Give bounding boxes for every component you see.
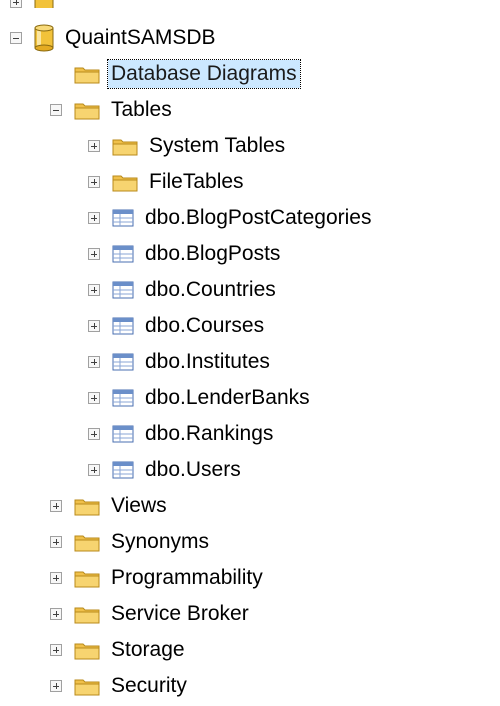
expand-toggle-icon[interactable]: [88, 356, 100, 368]
folder-icon: [112, 172, 138, 192]
tree-node-table-countries[interactable]: dbo.Countries: [88, 272, 279, 308]
tree-node-table-blogposts[interactable]: dbo.BlogPosts: [88, 236, 283, 272]
folder-icon: [74, 640, 100, 660]
tree-node-database-diagrams[interactable]: Database Diagrams: [50, 56, 301, 92]
tree-node-label: dbo.LenderBanks: [145, 386, 310, 409]
expand-toggle-icon[interactable]: [88, 392, 100, 404]
expand-toggle-icon[interactable]: [50, 644, 62, 656]
table-icon: [112, 281, 134, 299]
tree-node-label: dbo.BlogPostCategories: [145, 206, 372, 229]
table-icon: [112, 425, 134, 443]
tree-node-label: Programmability: [111, 566, 263, 589]
tree-node-table-institutes[interactable]: dbo.Institutes: [88, 344, 273, 380]
table-icon: [112, 245, 134, 263]
tree-node-table-courses[interactable]: dbo.Courses: [88, 308, 267, 344]
tree-node-table-blogpostcategories[interactable]: dbo.BlogPostCategories: [88, 200, 374, 236]
folder-icon: [74, 532, 100, 552]
table-icon: [112, 389, 134, 407]
tree-node-service-broker[interactable]: Service Broker: [50, 596, 252, 632]
expand-toggle-icon[interactable]: [88, 140, 100, 152]
folder-icon: [112, 136, 138, 156]
table-icon: [112, 317, 134, 335]
expand-toggle-icon[interactable]: [50, 500, 62, 512]
expand-toggle-icon[interactable]: [88, 248, 100, 260]
expand-toggle-icon[interactable]: [88, 212, 100, 224]
expand-toggle-icon[interactable]: [88, 428, 100, 440]
expand-toggle-icon[interactable]: [88, 284, 100, 296]
tree-node-label: dbo.Rankings: [145, 422, 274, 445]
table-icon: [112, 461, 134, 479]
tree-node-security[interactable]: Security: [50, 668, 190, 704]
folder-icon: [74, 496, 100, 516]
tree-node-label: Views: [111, 494, 167, 517]
table-icon: [112, 353, 134, 371]
collapse-toggle-icon[interactable]: [10, 32, 22, 44]
tree-node-label: dbo.BlogPosts: [145, 242, 281, 265]
tree-node-table-rankings[interactable]: dbo.Rankings: [88, 416, 276, 452]
expand-toggle-icon[interactable]: [50, 572, 62, 584]
folder-icon: [74, 100, 100, 120]
tree-node-label: Database Diagrams: [107, 59, 301, 89]
object-explorer-tree: QuaintSAMSDB Database Diagrams Tables Sy…: [0, 0, 500, 706]
tree-node-clipped[interactable]: [10, 0, 62, 8]
table-icon: [112, 209, 134, 227]
expand-toggle-icon[interactable]: [50, 536, 62, 548]
database-icon: [34, 0, 54, 8]
tree-node-label: Service Broker: [111, 602, 249, 625]
folder-icon: [74, 64, 100, 84]
folder-icon: [74, 604, 100, 624]
tree-node-label: dbo.Institutes: [145, 350, 270, 373]
tree-node-label: Storage: [111, 638, 185, 661]
tree-node-database[interactable]: QuaintSAMSDB: [10, 20, 219, 56]
tree-node-storage[interactable]: Storage: [50, 632, 188, 668]
tree-node-label: dbo.Users: [145, 458, 241, 481]
tree-node-tables[interactable]: Tables: [50, 92, 175, 128]
tree-node-label: Tables: [111, 98, 172, 121]
expand-toggle-icon[interactable]: [88, 320, 100, 332]
clipped-row-above: [0, 0, 500, 8]
expand-toggle-icon[interactable]: [10, 0, 22, 8]
tree-node-filetables[interactable]: FileTables: [88, 164, 247, 200]
collapse-toggle-icon[interactable]: [50, 104, 62, 116]
tree-node-label: QuaintSAMSDB: [65, 26, 216, 49]
tree-node-label: FileTables: [149, 170, 244, 193]
expand-toggle-icon[interactable]: [88, 464, 100, 476]
tree-node-table-users[interactable]: dbo.Users: [88, 452, 244, 488]
tree-node-label: dbo.Countries: [145, 278, 276, 301]
tree-node-label: dbo.Courses: [145, 314, 265, 337]
folder-icon: [74, 568, 100, 588]
expand-toggle-icon[interactable]: [50, 608, 62, 620]
tree-node-system-tables[interactable]: System Tables: [88, 128, 288, 164]
tree-node-views[interactable]: Views: [50, 488, 170, 524]
tree-node-table-lenderbanks[interactable]: dbo.LenderBanks: [88, 380, 313, 416]
expand-toggle-icon[interactable]: [88, 176, 100, 188]
tree-node-programmability[interactable]: Programmability: [50, 560, 266, 596]
database-icon: [34, 24, 54, 52]
expand-toggle-icon[interactable]: [50, 680, 62, 692]
tree-node-synonyms[interactable]: Synonyms: [50, 524, 212, 560]
tree-node-label: System Tables: [149, 134, 286, 157]
tree-node-label: Synonyms: [111, 530, 210, 553]
folder-icon: [74, 676, 100, 696]
tree-node-label: Security: [111, 674, 187, 697]
